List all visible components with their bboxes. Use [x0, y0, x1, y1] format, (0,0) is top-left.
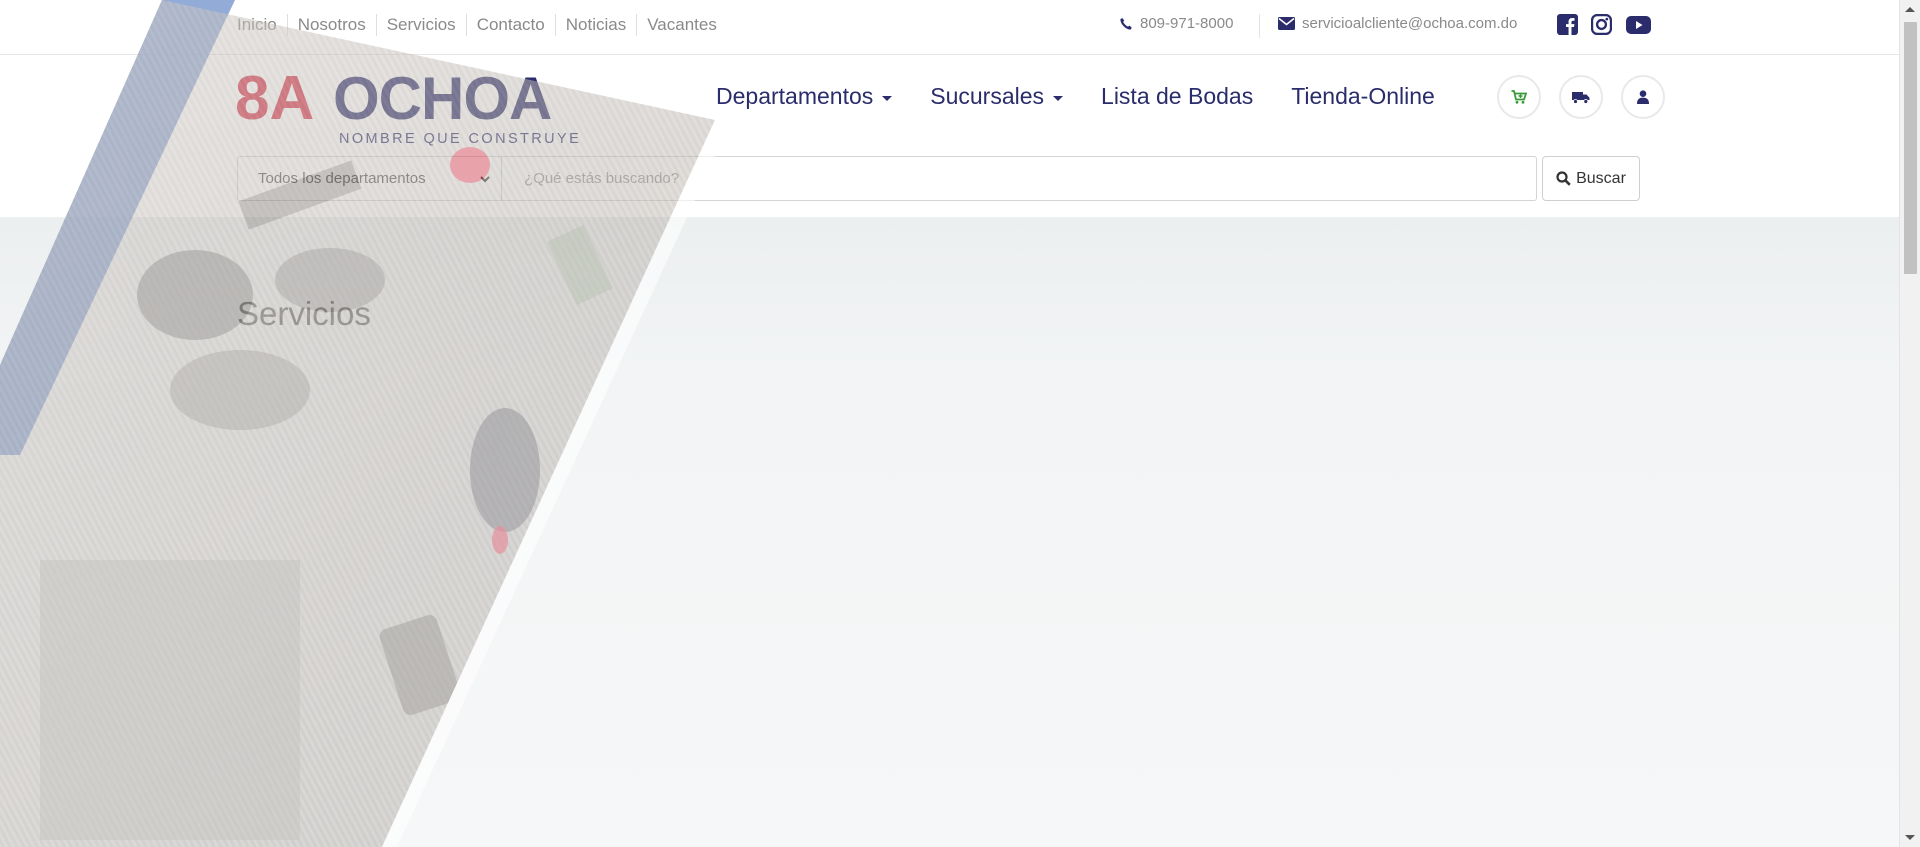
nav-departamentos[interactable]: Departamentos	[716, 83, 893, 110]
page-title: Servicios	[237, 295, 371, 332]
nav-tienda-online[interactable]: Tienda-Online	[1291, 83, 1435, 110]
search-icon	[1556, 171, 1571, 186]
logo-mark: 8A	[235, 64, 314, 133]
top-links: Inicio Nosotros Servicios Contacto Notic…	[237, 14, 727, 36]
vertical-scrollbar[interactable]	[1899, 0, 1920, 847]
logo-tagline: NOMBRE QUE CONSTRUYE	[339, 131, 581, 146]
scrollbar-thumb[interactable]	[1904, 22, 1917, 274]
main-header: 8A OCHOA NOMBRE QUE CONSTRUYE Departamen…	[0, 55, 1899, 217]
nav-sucursales[interactable]: Sucursales	[930, 83, 1064, 110]
chevron-down-icon	[479, 172, 491, 189]
nav-lista-de-bodas-label: Lista de Bodas	[1101, 83, 1254, 109]
caret-down-icon	[1053, 95, 1064, 101]
contact-divider	[1259, 14, 1260, 38]
nav-sucursales-label: Sucursales	[930, 83, 1045, 109]
envelope-icon	[1278, 17, 1295, 30]
ochoa-logo[interactable]: 8A OCHOA NOMBRE QUE CONSTRUYE	[235, 61, 595, 147]
caret-down-icon	[882, 95, 893, 101]
search-button[interactable]: Buscar	[1542, 156, 1640, 201]
scroll-down-arrow-icon[interactable]	[1905, 835, 1915, 840]
search-button-label: Buscar	[1576, 169, 1626, 187]
nav-departamentos-label: Departamentos	[716, 83, 874, 109]
instagram-icon[interactable]	[1591, 14, 1612, 35]
user-icon	[1637, 90, 1649, 104]
top-link-contacto[interactable]: Contacto	[467, 14, 556, 36]
youtube-icon[interactable]	[1626, 16, 1651, 34]
top-link-vacantes[interactable]: Vacantes	[637, 14, 727, 36]
nav-tienda-online-label: Tienda-Online	[1291, 83, 1435, 109]
top-link-servicios[interactable]: Servicios	[377, 14, 467, 36]
email-address: servicioalcliente@ochoa.com.do	[1302, 15, 1518, 32]
department-selected-value: Todos los departamentos	[258, 170, 426, 187]
delivery-button[interactable]	[1559, 75, 1603, 119]
phone-number: 809-971-8000	[1140, 15, 1234, 32]
account-button[interactable]	[1621, 75, 1665, 119]
scroll-up-arrow-icon[interactable]	[1905, 7, 1915, 12]
cart-button[interactable]	[1497, 75, 1541, 119]
search-input[interactable]	[502, 156, 1537, 201]
search-bar: Todos los departamentos Buscar	[237, 156, 1640, 201]
cart-icon	[1511, 90, 1527, 104]
top-utility-bar: Inicio Nosotros Servicios Contacto Notic…	[0, 0, 1899, 55]
phone-contact[interactable]: 809-971-8000	[1119, 15, 1233, 32]
facebook-icon[interactable]	[1557, 14, 1578, 35]
truck-icon	[1572, 91, 1590, 104]
top-link-nosotros[interactable]: Nosotros	[288, 14, 377, 36]
nav-lista-de-bodas[interactable]: Lista de Bodas	[1101, 83, 1253, 110]
top-link-inicio[interactable]: Inicio	[237, 14, 288, 36]
top-link-noticias[interactable]: Noticias	[556, 14, 638, 36]
logo-name: OCHOA	[333, 65, 551, 132]
department-select[interactable]: Todos los departamentos	[237, 156, 502, 201]
main-navigation: Departamentos Sucursales Lista de Bodas …	[716, 83, 1473, 110]
email-contact[interactable]: servicioalcliente@ochoa.com.do	[1278, 15, 1517, 32]
phone-icon	[1119, 17, 1133, 31]
